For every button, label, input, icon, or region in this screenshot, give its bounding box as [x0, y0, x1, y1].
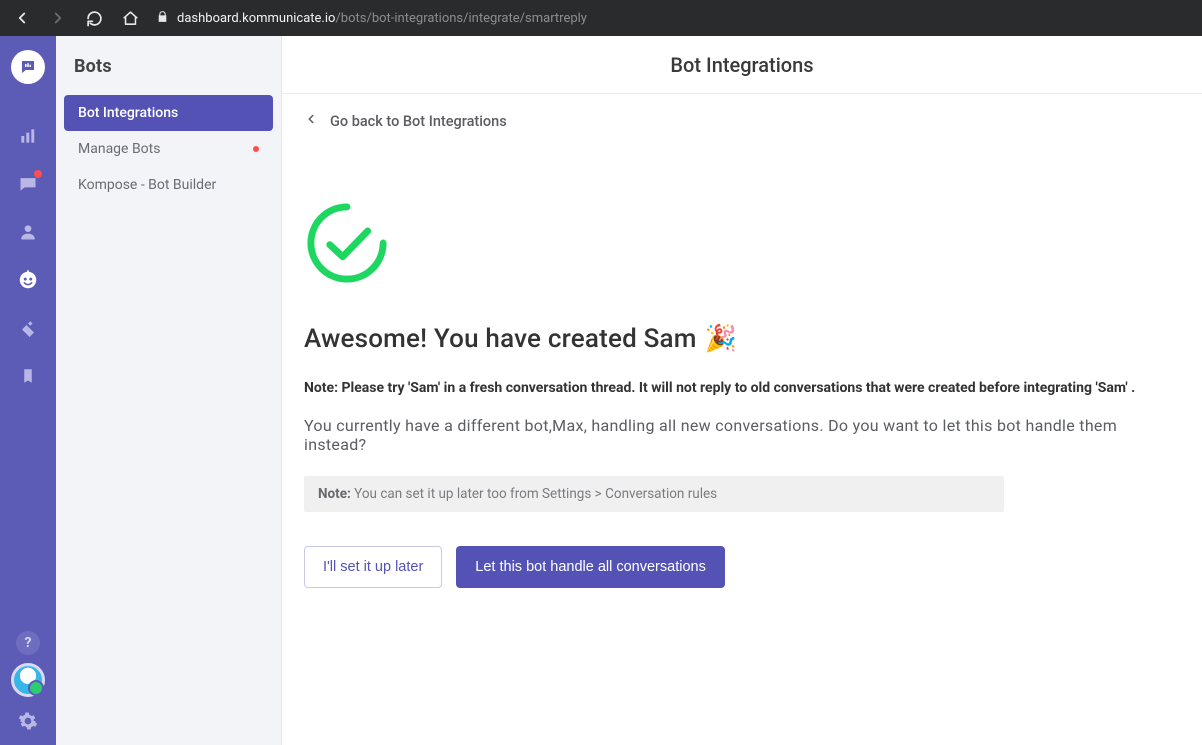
help-icon[interactable]: ?: [16, 631, 40, 655]
browser-url-bar[interactable]: dashboard.kommunicate.io/bots/bot-integr…: [152, 10, 1194, 27]
note-box: Note: You can set it up later too from S…: [304, 476, 1004, 512]
success-check-icon: [304, 200, 1180, 290]
go-back-link[interactable]: Go back to Bot Integrations: [282, 94, 1202, 130]
sidebar-nav: Bot Integrations Manage Bots Kompose - B…: [56, 95, 281, 203]
notification-dot: [34, 170, 42, 178]
sidebar-item-label: Manage Bots: [78, 141, 160, 157]
sidebar-item-manage-bots[interactable]: Manage Bots: [64, 131, 273, 167]
lock-icon: [156, 10, 169, 27]
content: Awesome! You have created Sam 🎉 Note: Pl…: [282, 130, 1202, 618]
browser-back-button[interactable]: [8, 4, 36, 32]
action-buttons: I'll set it up later Let this bot handle…: [304, 546, 1180, 588]
browser-chrome: dashboard.kommunicate.io/bots/bot-integr…: [0, 0, 1202, 36]
note-box-label: Note:: [318, 486, 351, 502]
browser-reload-button[interactable]: [80, 4, 108, 32]
sidebar-item-kompose[interactable]: Kompose - Bot Builder: [64, 167, 273, 203]
nav-rail: ?: [0, 36, 56, 745]
note-strong: Note: Please try 'Sam' in a fresh conver…: [304, 380, 1180, 396]
rail-item-campaigns[interactable]: [0, 304, 56, 352]
browser-url-text: dashboard.kommunicate.io/bots/bot-integr…: [177, 11, 587, 26]
set-up-later-button[interactable]: I'll set it up later: [304, 546, 442, 588]
sidebar: Bots Bot Integrations Manage Bots Kompos…: [56, 36, 282, 745]
success-headline-text: Awesome! You have created Sam: [304, 324, 697, 354]
rail-item-bots[interactable]: [0, 256, 56, 304]
sidebar-item-bot-integrations[interactable]: Bot Integrations: [64, 95, 273, 131]
go-back-label: Go back to Bot Integrations: [330, 113, 507, 130]
browser-home-button[interactable]: [116, 4, 144, 32]
rail-item-docs[interactable]: [0, 352, 56, 400]
rail-item-users[interactable]: [0, 208, 56, 256]
rail-bottom: ?: [11, 631, 45, 745]
rail-item-analytics[interactable]: [0, 112, 56, 160]
sidebar-item-label: Kompose - Bot Builder: [78, 177, 216, 193]
let-bot-handle-button[interactable]: Let this bot handle all conversations: [456, 546, 725, 588]
notification-dot: [253, 146, 259, 152]
browser-forward-button[interactable]: [44, 4, 72, 32]
chevron-left-icon: [304, 112, 318, 130]
sidebar-item-label: Bot Integrations: [78, 105, 178, 121]
page-title: Bot Integrations: [282, 36, 1202, 94]
note-box-text: You can set it up later too from Setting…: [351, 486, 717, 502]
info-paragraph: You currently have a different bot,Max, …: [304, 416, 1180, 454]
success-headline: Awesome! You have created Sam 🎉: [304, 324, 1180, 354]
party-popper-icon: 🎉: [705, 324, 738, 354]
avatar[interactable]: [11, 663, 45, 697]
app-logo[interactable]: [11, 50, 45, 84]
rail-item-conversations[interactable]: [0, 160, 56, 208]
app-root: ? Bots Bot Integrations Manage Bots Komp…: [0, 36, 1202, 745]
gear-icon[interactable]: [18, 711, 38, 735]
sidebar-title: Bots: [56, 56, 281, 95]
main: Bot Integrations Go back to Bot Integrat…: [282, 36, 1202, 745]
